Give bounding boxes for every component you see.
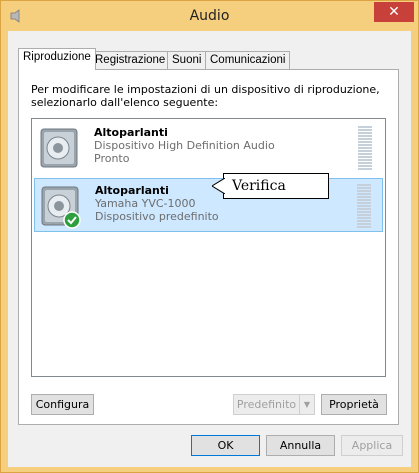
cancel-button[interactable]: Annulla [266, 435, 335, 456]
device-name: Altoparlanti [94, 126, 168, 139]
device-status: Pronto [94, 152, 130, 165]
speaker-icon [38, 125, 80, 171]
tab-suoni[interactable]: Suoni [167, 51, 207, 69]
title-bar[interactable]: Audio ✕ [1, 1, 418, 31]
dialog-body: Riproduzione Registrazione Suoni Comunic… [8, 31, 411, 467]
device-description: Dispositivo High Definition Audio [94, 139, 275, 152]
tab-riproduzione[interactable]: Riproduzione [18, 48, 96, 70]
volume-meter [358, 126, 372, 170]
apply-button[interactable]: Applica [341, 435, 403, 456]
set-default-button[interactable]: Predefinito ▼ [233, 394, 315, 415]
device-row[interactable]: Altoparlanti Dispositivo High Definition… [34, 121, 383, 175]
instructions-text: Per modificare le impostazioni di un dis… [31, 83, 380, 109]
device-row-selected[interactable]: Altoparlanti Yamaha YVC-1000 Dispositivo… [34, 178, 383, 232]
ok-button[interactable]: OK [191, 435, 260, 456]
tab-registrazione[interactable]: Registrazione [90, 51, 171, 69]
device-description: Yamaha YVC-1000 [95, 197, 196, 210]
volume-meter [357, 184, 371, 228]
device-name: Altoparlanti [95, 184, 169, 197]
set-default-label: Predefinito [236, 398, 297, 411]
audio-dialog-window: Audio ✕ Riproduzione Registrazione Suoni… [0, 0, 419, 473]
speaker-icon [39, 183, 81, 229]
close-button[interactable]: ✕ [374, 2, 414, 22]
verifica-callout: Verifica [223, 173, 329, 199]
tab-comunicazioni[interactable]: Comunicazioni [205, 51, 291, 69]
callout-pointer [212, 178, 225, 194]
device-status: Dispositivo predefinito [95, 210, 219, 223]
properties-button[interactable]: Proprietà [321, 394, 387, 415]
device-list[interactable]: Altoparlanti Dispositivo High Definition… [31, 118, 386, 377]
chevron-down-icon[interactable]: ▼ [299, 395, 314, 414]
window-title: Audio [189, 8, 230, 24]
configure-button[interactable]: Configura [31, 394, 94, 415]
tab-panel: Per modificare le impostazioni di un dis… [18, 69, 399, 425]
